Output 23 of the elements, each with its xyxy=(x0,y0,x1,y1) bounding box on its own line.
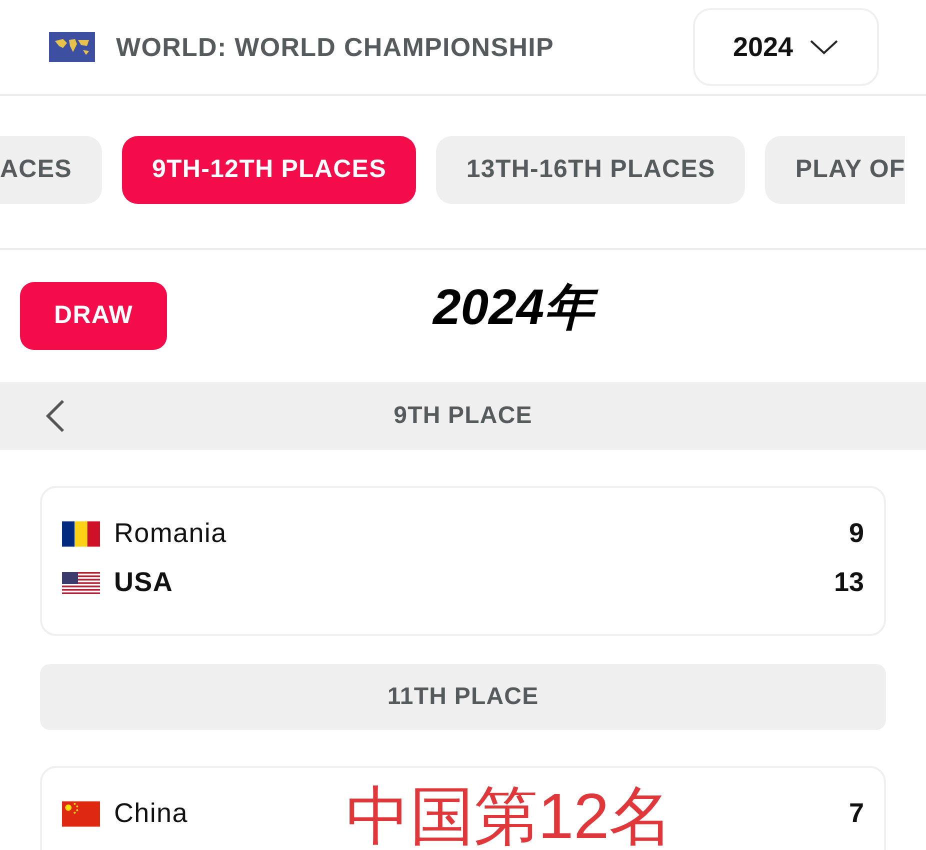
championship-title: WORLD: WORLD CHAMPIONSHIP xyxy=(116,30,554,64)
tab[interactable]: 9TH-12TH PLACES xyxy=(122,136,416,204)
draw-button[interactable]: DRAW xyxy=(20,282,167,350)
flag-icon xyxy=(62,572,100,594)
match-card[interactable]: Romania 9 USA 13 xyxy=(40,486,886,636)
team-score: 7 xyxy=(848,797,864,830)
tab[interactable]: ACES xyxy=(0,136,102,204)
rank-note: 中国第12名 xyxy=(346,784,674,848)
team-name: China xyxy=(114,797,188,830)
tab[interactable]: PLAY OF xyxy=(765,136,906,204)
year-dropdown[interactable]: 2024 xyxy=(693,8,879,86)
back-chevron-icon[interactable] xyxy=(44,399,66,433)
world-map-icon xyxy=(49,32,95,62)
team-name: Romania xyxy=(114,517,227,550)
team-score: 13 xyxy=(834,566,864,600)
section-title: 11TH PLACE xyxy=(387,682,539,712)
tab[interactable]: 13TH-16TH PLACES xyxy=(436,136,746,204)
chevron-down-icon xyxy=(809,39,840,55)
flag-icon xyxy=(62,520,100,546)
team-score: 9 xyxy=(848,517,864,550)
flag-icon xyxy=(62,800,100,826)
team-name: USA xyxy=(114,566,174,600)
section-title: 9TH PLACE xyxy=(394,401,532,431)
